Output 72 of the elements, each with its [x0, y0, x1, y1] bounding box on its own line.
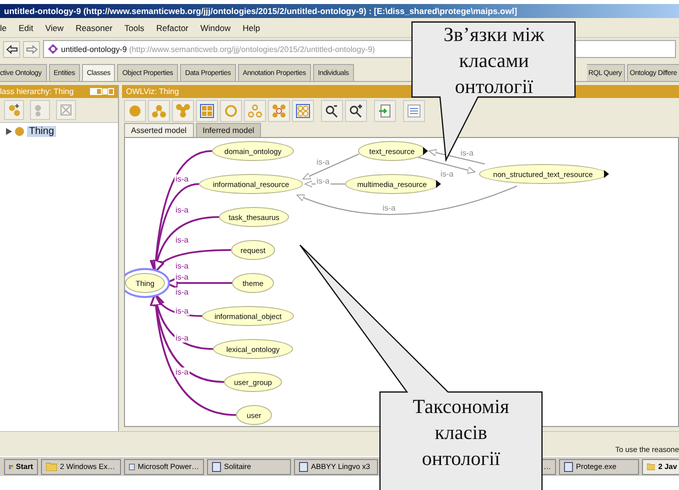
expand-marker-icon[interactable] [436, 180, 441, 188]
menu-item[interactable]: Reasoner [70, 22, 118, 32]
menu-item[interactable]: View [39, 22, 70, 32]
edge-label: is-a [316, 158, 330, 166]
list-icon [407, 104, 421, 118]
zoomout-button[interactable] [321, 100, 343, 122]
export-icon [378, 104, 392, 118]
expand-arrow-icon[interactable] [6, 128, 12, 135]
edge-label: is-a [174, 272, 190, 282]
edge-label: is-a [174, 368, 190, 376]
edge-label: is-a [316, 176, 330, 186]
edge-label: is-a [174, 236, 190, 244]
menu-item[interactable]: Refactor [150, 22, 194, 32]
grid-icon [200, 104, 214, 118]
tree-item[interactable]: Thing [27, 126, 56, 137]
edge-label: is-a [174, 288, 190, 296]
model-tab[interactable]: Asserted model [124, 123, 194, 137]
ring-icon [224, 104, 238, 118]
menu-item[interactable]: le [0, 22, 13, 32]
edge-label: is-a [460, 148, 474, 158]
tree-icon [248, 104, 262, 118]
circle-icon [128, 104, 142, 118]
edge-label: is-a [440, 170, 454, 178]
expand-marker-icon[interactable] [604, 170, 609, 178]
window-icon [564, 462, 573, 472]
grid-button[interactable] [292, 100, 314, 122]
circle-button[interactable] [124, 100, 146, 122]
zoomin-icon [349, 104, 363, 118]
ontology-icon [48, 44, 58, 54]
add-class-icon [7, 103, 21, 117]
branch-button[interactable] [172, 100, 194, 122]
expand-marker-icon[interactable] [423, 147, 428, 155]
tree-icon [152, 104, 166, 118]
export-button[interactable] [374, 100, 396, 122]
zoomout-icon [325, 104, 339, 118]
tree-button[interactable] [148, 100, 170, 122]
panel-title: lass hierarchy: Thing [0, 87, 74, 96]
delete-button[interactable] [56, 100, 76, 120]
add-subclass-button[interactable] [4, 100, 24, 120]
window-icon [299, 462, 308, 472]
left-arrow-icon [6, 44, 18, 54]
menu-item[interactable]: Window [194, 22, 237, 32]
branch-icon [176, 104, 190, 118]
callout-text: Таксономія класів онтології [412, 395, 510, 472]
window-icon [212, 462, 221, 472]
folder-icon [647, 462, 656, 471]
view-controls-icon[interactable] [90, 88, 114, 95]
back-button[interactable] [3, 40, 20, 58]
folder-icon [46, 462, 57, 471]
crossed-box-icon [59, 103, 73, 117]
list-button[interactable] [403, 100, 425, 122]
window-icon [129, 462, 135, 472]
edge-label: is-a [174, 206, 190, 214]
panel-title: OWLViz: Thing [126, 87, 179, 96]
right-arrow-icon [26, 44, 38, 54]
tree-button[interactable] [244, 100, 266, 122]
edge-label: is-a [174, 174, 190, 184]
grid-icon [296, 104, 310, 118]
menu-item[interactable]: Help [236, 22, 266, 32]
edge-label: is-a [174, 262, 190, 270]
edge-label: is-a [174, 334, 190, 342]
edge-label: is-a [382, 204, 396, 212]
edge-label: is-a [174, 306, 190, 316]
class-icon [15, 127, 24, 136]
grid-button[interactable] [196, 100, 218, 122]
menu-item[interactable]: Tools [118, 22, 150, 32]
zoomin-button[interactable] [345, 100, 367, 122]
menu-item[interactable]: Edit [12, 22, 40, 32]
is-a-arrow [428, 149, 486, 164]
ring-button[interactable] [220, 100, 242, 122]
model-tab[interactable]: Inferred model [196, 123, 262, 137]
window-title: untitled-ontology-9 (http://www.semanticweb.org/jjj/ontologies/2015/2/untitled-ontology-9) : [E:\diss_shared\protege\maips.owl] [4, 6, 518, 16]
